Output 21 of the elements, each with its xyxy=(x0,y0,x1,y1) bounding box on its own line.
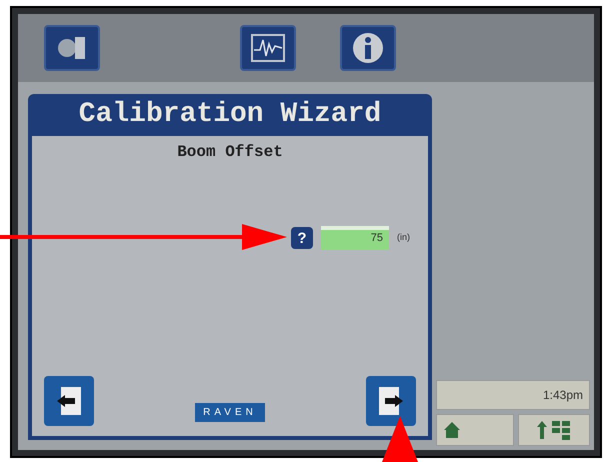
wizard-title: Calibration Wizard xyxy=(78,98,382,132)
unit-label: (in) xyxy=(397,231,410,244)
raven-logo: RAVEN xyxy=(195,403,265,422)
info-button[interactable] xyxy=(340,25,396,71)
time-display: 1:43pm xyxy=(436,380,590,410)
chart-button[interactable] xyxy=(240,25,296,71)
step-title: Boom Offset xyxy=(176,142,284,163)
page-right-arrow-icon xyxy=(377,385,405,417)
home-button[interactable] xyxy=(436,414,514,446)
next-button[interactable] xyxy=(366,376,416,426)
input-field[interactable]: 75 xyxy=(321,226,389,250)
info-icon xyxy=(351,31,385,65)
waveform-icon xyxy=(251,34,285,62)
help-button[interactable]: ? xyxy=(291,227,313,249)
layout-button[interactable] xyxy=(518,414,590,446)
house-icon xyxy=(443,421,461,439)
page-left-arrow-icon xyxy=(55,385,83,417)
machine-settings-button[interactable] xyxy=(44,25,100,71)
up-arrow-grid-icon xyxy=(536,419,572,441)
callout-arrow xyxy=(380,416,420,462)
back-button[interactable] xyxy=(44,376,94,426)
